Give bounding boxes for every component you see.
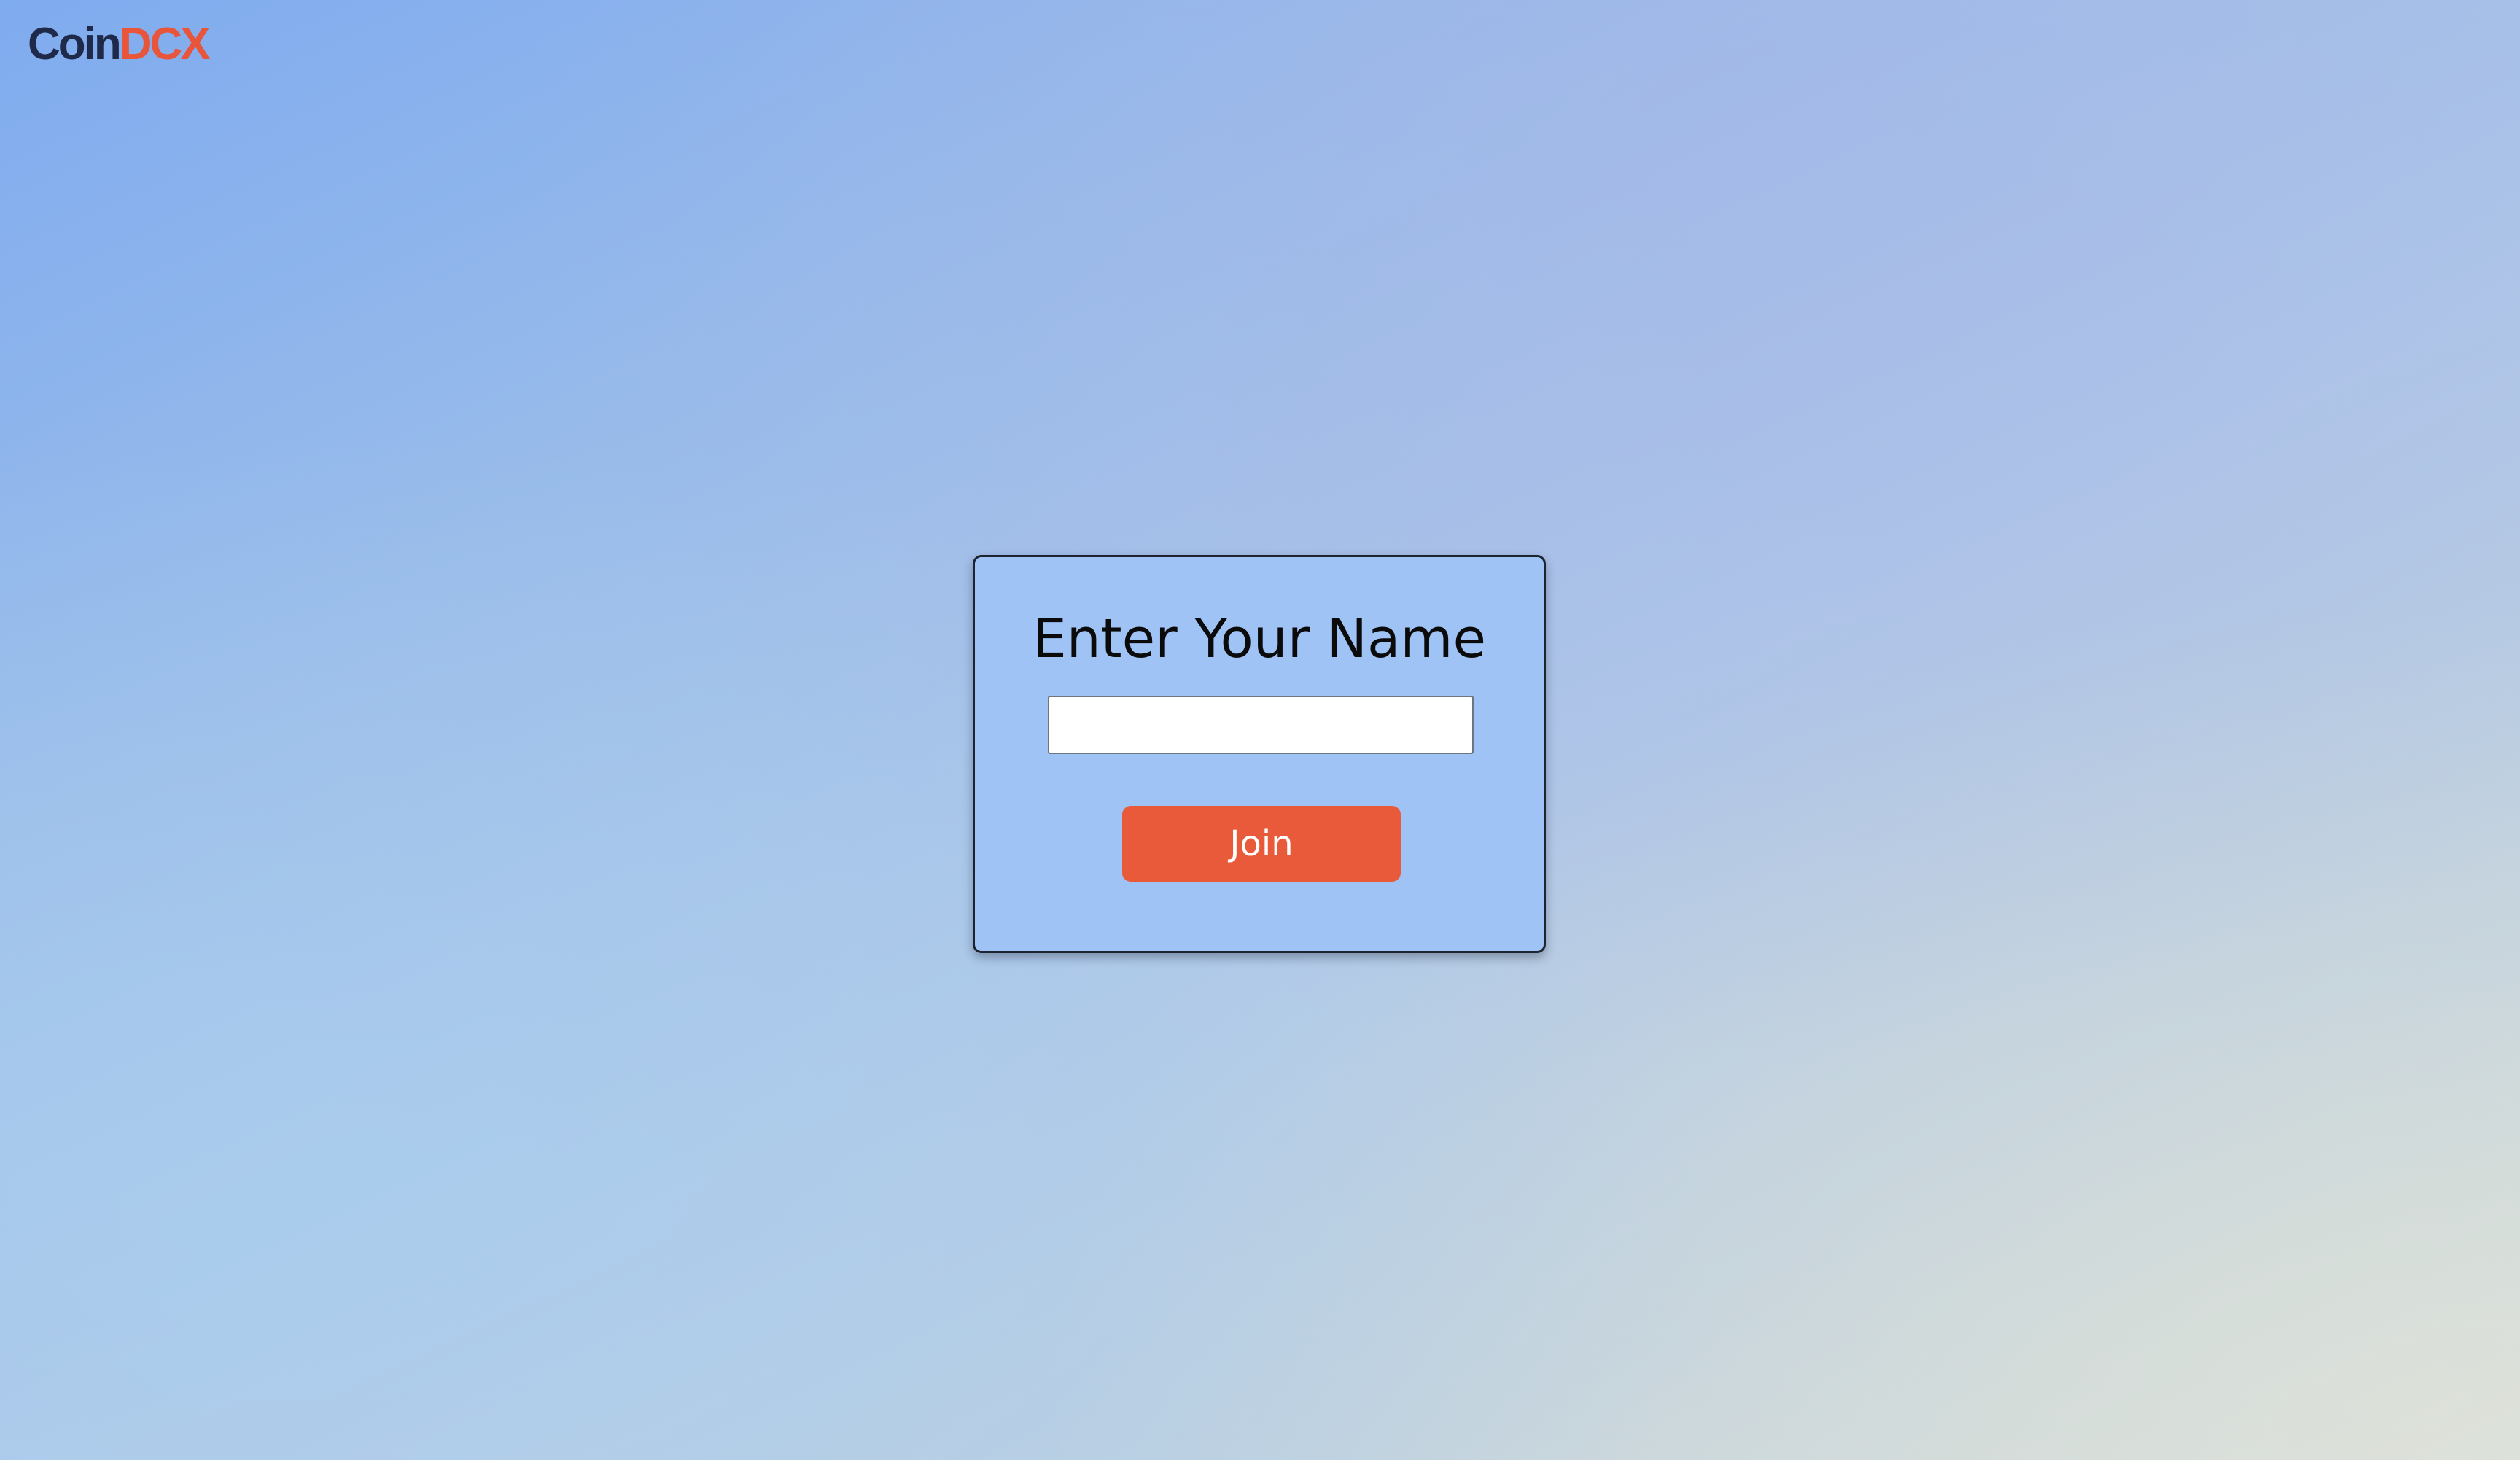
join-card: Enter Your Name Join bbox=[973, 555, 1546, 953]
join-button[interactable]: Join bbox=[1122, 806, 1401, 882]
coindcx-logo[interactable]: Coin DCX bbox=[28, 19, 211, 69]
name-input[interactable] bbox=[1048, 696, 1474, 754]
logo-text-coin: Coin bbox=[28, 19, 122, 69]
logo-text-dcx: DCX bbox=[119, 19, 211, 69]
card-title: Enter Your Name bbox=[1032, 607, 1486, 670]
